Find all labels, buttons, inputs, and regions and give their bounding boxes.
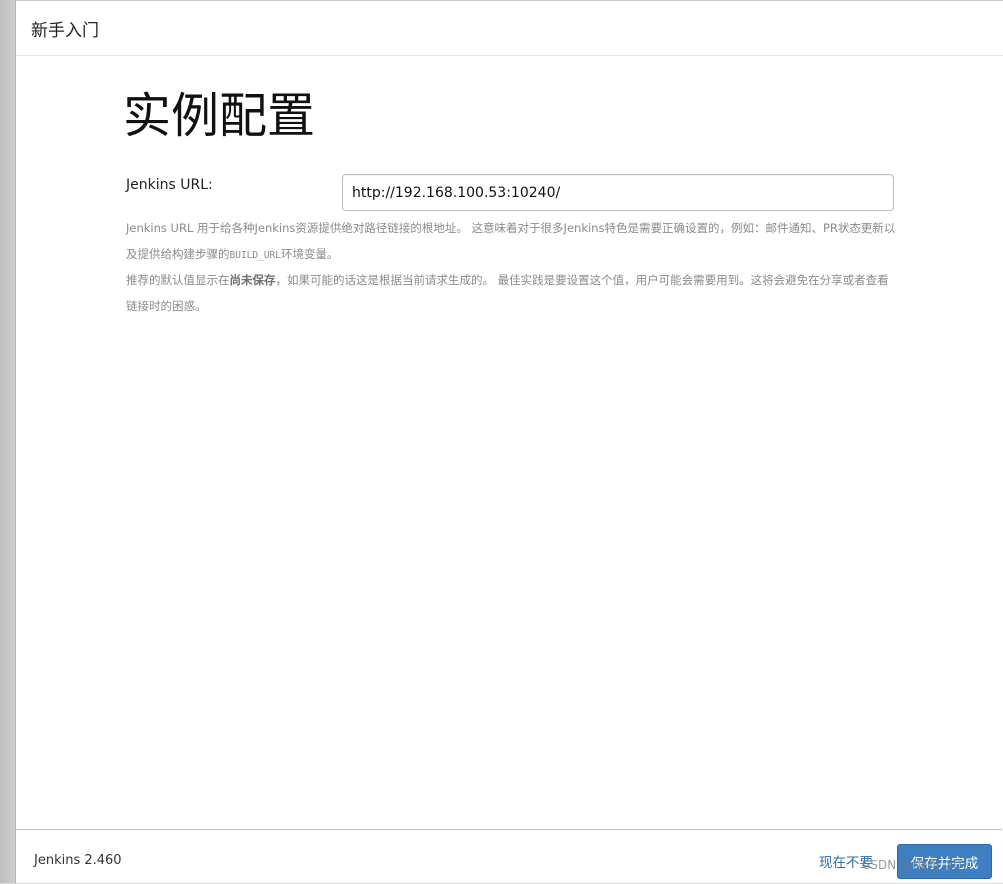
dialog-header: 新手入门 bbox=[16, 1, 1003, 56]
skip-link[interactable]: 现在不要 bbox=[819, 851, 873, 871]
not-saved-emphasis: 尚未保存 bbox=[229, 273, 276, 287]
dialog-title: 新手入门 bbox=[31, 20, 99, 41]
modal-backdrop bbox=[0, 0, 15, 883]
dialog-body: 实例配置 Jenkins URL: Jenkins URL 用于给各种Jenki… bbox=[16, 56, 1003, 829]
build-url-code: BUILD_URL bbox=[229, 249, 281, 261]
help-paragraph-2: 推荐的默认值显示在尚未保存，如果可能的话这是根据当前请求生成的。 最佳实践是要设… bbox=[126, 268, 896, 319]
jenkins-url-input[interactable] bbox=[342, 174, 894, 211]
help-paragraph-1: Jenkins URL 用于给各种Jenkins资源提供绝对路径链接的根地址。 … bbox=[126, 216, 896, 268]
jenkins-url-help: Jenkins URL 用于给各种Jenkins资源提供绝对路径链接的根地址。 … bbox=[126, 216, 896, 319]
help-text: 环境变量。 bbox=[280, 246, 339, 261]
save-and-finish-button[interactable]: 保存并完成 bbox=[897, 844, 992, 879]
jenkins-version: Jenkins 2.460 bbox=[34, 853, 122, 868]
page-title: 实例配置 bbox=[123, 88, 316, 144]
setup-wizard-dialog: 新手入门 实例配置 Jenkins URL: Jenkins URL 用于给各种… bbox=[15, 0, 1003, 883]
jenkins-url-label: Jenkins URL: bbox=[126, 177, 213, 193]
help-text: 推荐的默认值显示在 bbox=[126, 273, 230, 287]
dialog-footer: Jenkins 2.460 现在不要 保存并完成 bbox=[16, 829, 1002, 884]
